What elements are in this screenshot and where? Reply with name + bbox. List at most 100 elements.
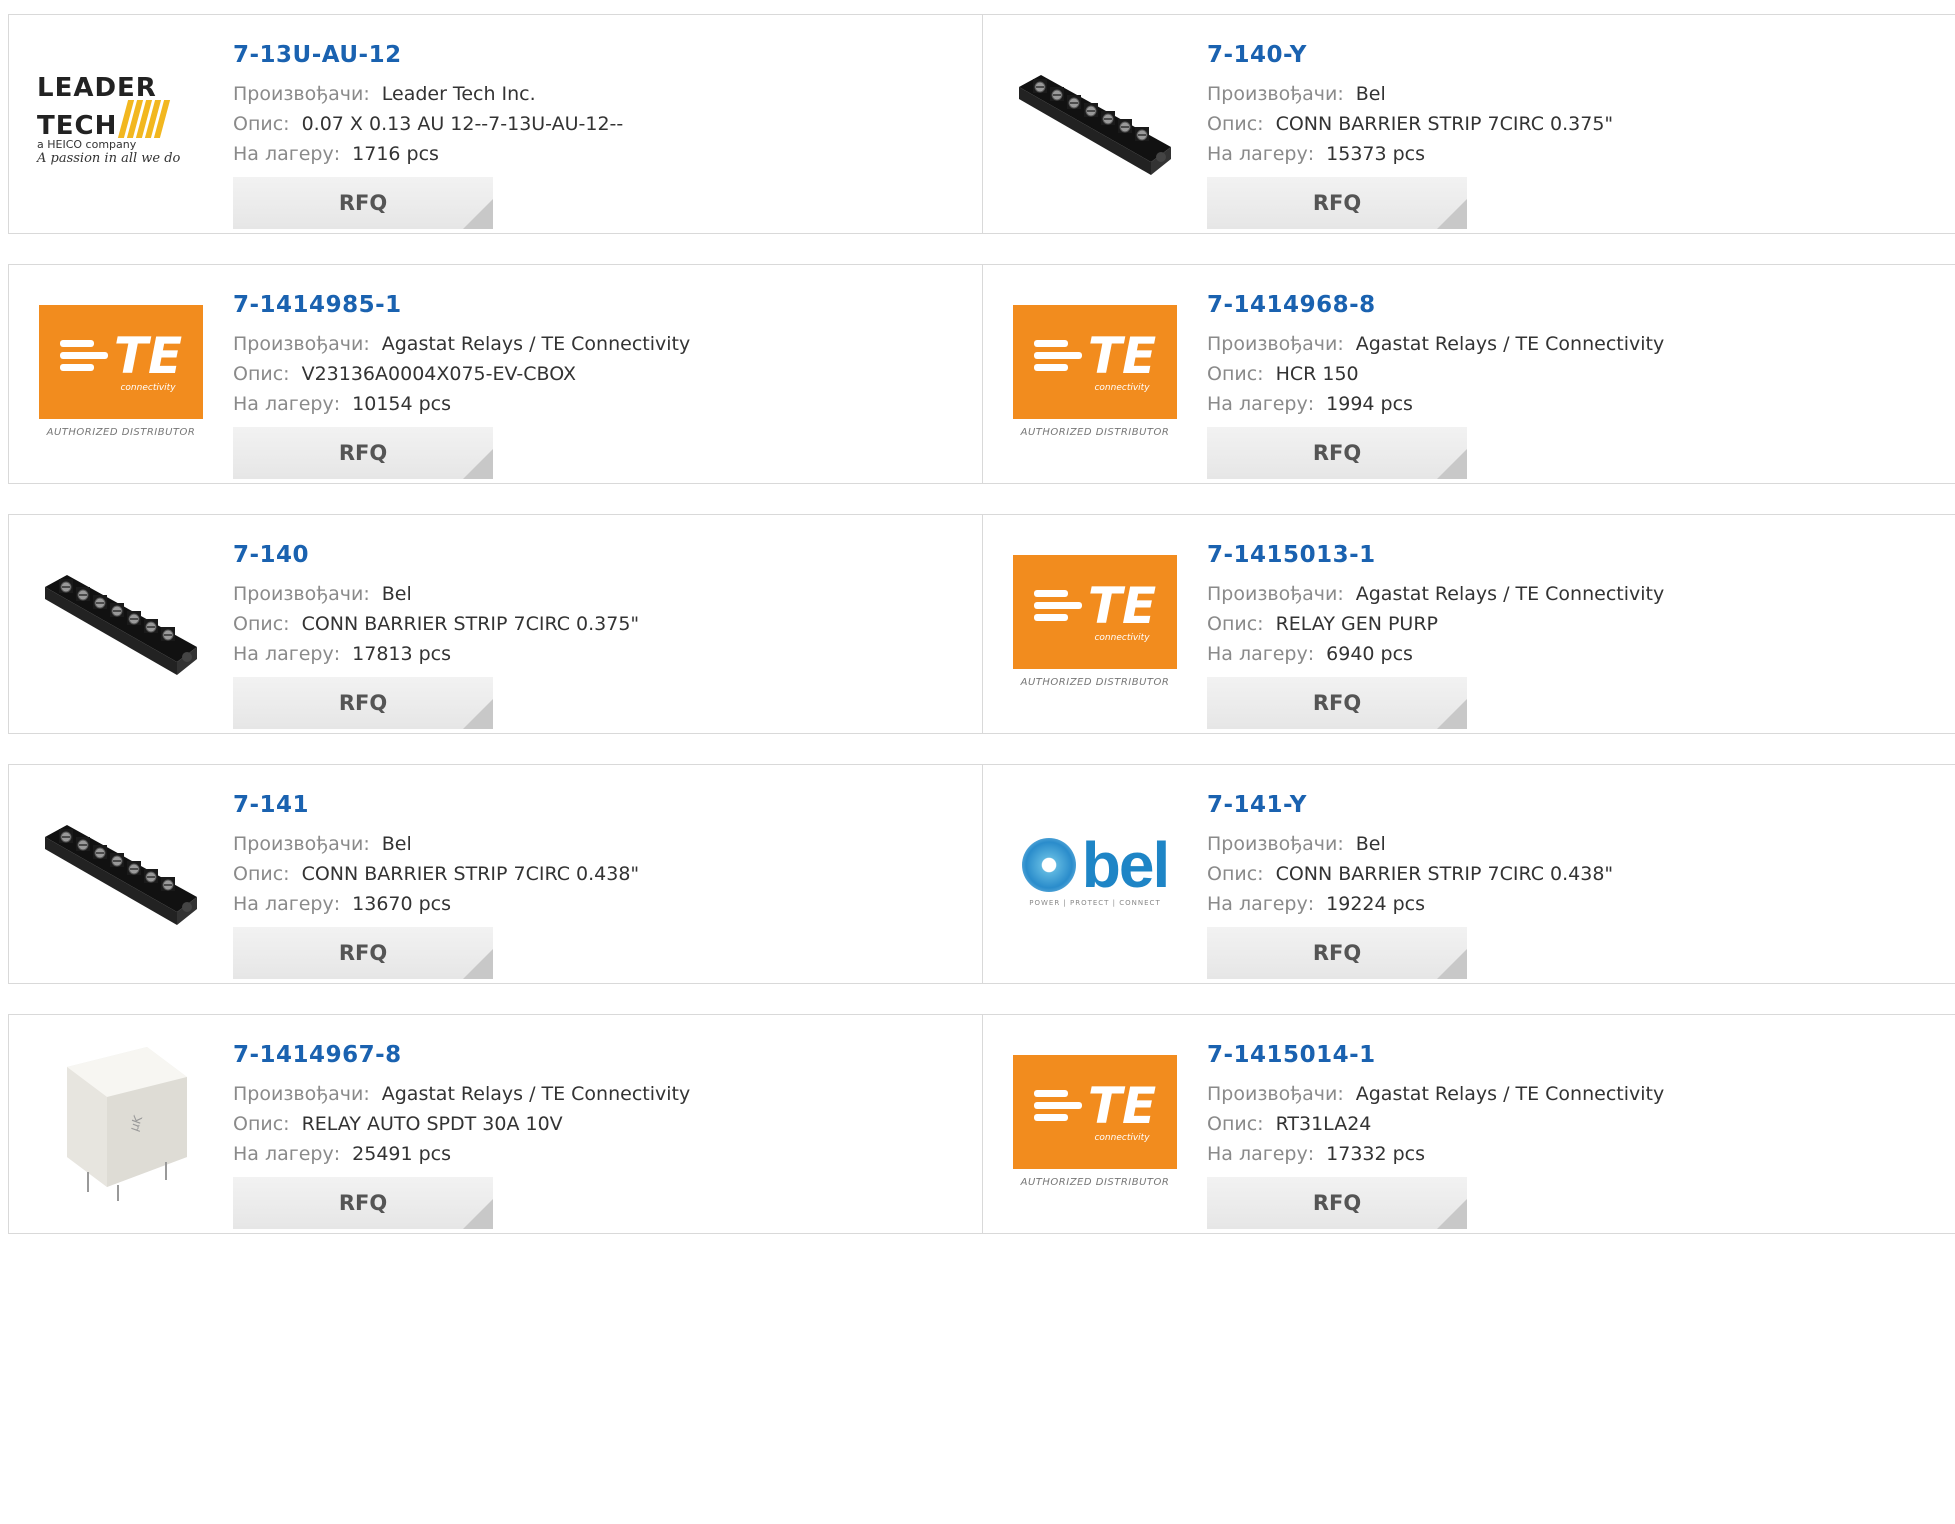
part-number-link[interactable]: 7-141	[233, 791, 972, 819]
description-value: CONN BARRIER STRIP 7CIRC 0.438"	[301, 863, 640, 885]
manufacturer-line: Произвођачи: Bel	[233, 579, 972, 609]
description-line: Опис: RT31LA24	[1207, 1109, 1945, 1139]
rfq-button[interactable]: RFQ	[1207, 427, 1467, 479]
product-image[interactable]: µK	[37, 1037, 205, 1205]
part-number-link[interactable]: 7-1414968-8	[1207, 291, 1945, 319]
manufacturer-line: Произвођачи: Bel	[1207, 79, 1945, 109]
barrier-strip-photo	[45, 575, 197, 675]
rfq-label: RFQ	[1312, 191, 1362, 215]
description-line: Опис: CONN BARRIER STRIP 7CIRC 0.438"	[233, 859, 972, 889]
part-number-link[interactable]: 7-1414967-8	[233, 1041, 972, 1069]
te-connectivity-logo: TE connectivity AUTHORIZED DISTRIBUTOR	[1011, 1054, 1179, 1188]
stock-line: На лагеру: 1994 pcs	[1207, 389, 1945, 419]
manufacturer-line: Произвођачи: Agastat Relays / TE Connecti…	[1207, 329, 1945, 359]
part-number-link[interactable]: 7-1415014-1	[1207, 1041, 1945, 1069]
description-label: Опис:	[233, 613, 290, 635]
product-image[interactable]	[1011, 37, 1179, 205]
description-line: Опис: V23136A0004X075-EV-CBOX	[233, 359, 972, 389]
product-card: TE connectivity AUTHORIZED DISTRIBUTOR 7…	[982, 1015, 1955, 1233]
stock-value: 17332 pcs	[1326, 1143, 1426, 1165]
manufacturer-label: Произвођачи:	[1207, 833, 1344, 855]
description-label: Опис:	[233, 863, 290, 885]
description-line: Опис: CONN BARRIER STRIP 7CIRC 0.375"	[1207, 109, 1945, 139]
rfq-button[interactable]: RFQ	[233, 677, 493, 729]
manufacturer-value: Agastat Relays / TE Connectivity	[381, 333, 691, 355]
part-number-link[interactable]: 7-1414985-1	[233, 291, 972, 319]
stock-label: На лагеру:	[233, 1143, 341, 1165]
product-image[interactable]: TE connectivity AUTHORIZED DISTRIBUTOR	[1011, 1037, 1179, 1205]
rfq-button[interactable]: RFQ	[1207, 677, 1467, 729]
stock-value: 17813 pcs	[352, 643, 452, 665]
stock-value: 6940 pcs	[1326, 643, 1413, 665]
manufacturer-line: Произвођачи: Agastat Relays / TE Connecti…	[1207, 579, 1945, 609]
barrier-strip-photo	[45, 825, 197, 925]
part-number-link[interactable]: 7-1415013-1	[1207, 541, 1945, 569]
manufacturer-line: Произвођачи: Leader Tech Inc.	[233, 79, 972, 109]
rfq-button[interactable]: RFQ	[233, 427, 493, 479]
manufacturer-value: Bel	[1355, 833, 1386, 855]
rfq-label: RFQ	[1312, 441, 1362, 465]
rfq-label: RFQ	[338, 441, 388, 465]
te-connectivity-logo: TE connectivity AUTHORIZED DISTRIBUTOR	[1011, 554, 1179, 688]
manufacturer-value: Agastat Relays / TE Connectivity	[1355, 333, 1665, 355]
rfq-button[interactable]: RFQ	[233, 1177, 493, 1229]
manufacturer-label: Произвођачи:	[233, 83, 370, 105]
stock-line: На лагеру: 6940 pcs	[1207, 639, 1945, 669]
manufacturer-label: Произвођачи:	[233, 333, 370, 355]
description-label: Опис:	[1207, 363, 1264, 385]
stock-line: На лагеру: 17332 pcs	[1207, 1139, 1945, 1169]
description-line: Опис: HCR 150	[1207, 359, 1945, 389]
product-card: TE connectivity AUTHORIZED DISTRIBUTOR 7…	[9, 265, 982, 483]
rfq-button[interactable]: RFQ	[1207, 1177, 1467, 1229]
product-image[interactable]: TE connectivity AUTHORIZED DISTRIBUTOR	[1011, 287, 1179, 455]
stock-label: На лагеру:	[1207, 393, 1315, 415]
part-number-link[interactable]: 7-140-Y	[1207, 41, 1945, 69]
manufacturer-label: Произвођачи:	[233, 583, 370, 605]
barrier-strip-photo	[1019, 75, 1171, 175]
stock-label: На лагеру:	[1207, 143, 1315, 165]
description-line: Опис: RELAY AUTO SPDT 30A 10V	[233, 1109, 972, 1139]
stock-label: На лагеру:	[233, 143, 341, 165]
rfq-label: RFQ	[1312, 691, 1362, 715]
description-label: Опис:	[1207, 1113, 1264, 1135]
stock-value: 19224 pcs	[1326, 893, 1426, 915]
product-image[interactable]: TE connectivity AUTHORIZED DISTRIBUTOR	[37, 287, 205, 455]
product-row: 7-140 Произвођачи: Bel Опис: CONN BARRIER …	[8, 514, 1955, 734]
description-value: 0.07 X 0.13 AU 12--7-13U-AU-12--	[301, 113, 624, 135]
product-card: LEADER TECH a HEICO company A passion in…	[9, 15, 982, 233]
stock-label: На лагеру:	[1207, 643, 1315, 665]
part-number-link[interactable]: 7-140	[233, 541, 972, 569]
product-image[interactable]: TE connectivity AUTHORIZED DISTRIBUTOR	[1011, 537, 1179, 705]
product-image[interactable]	[37, 787, 205, 955]
stock-line: На лагеру: 13670 pcs	[233, 889, 972, 919]
product-image[interactable]: LEADER TECH a HEICO company A passion in…	[37, 37, 205, 205]
manufacturer-line: Произвођачи: Bel	[1207, 829, 1945, 859]
description-value: CONN BARRIER STRIP 7CIRC 0.375"	[1275, 113, 1614, 135]
rfq-button[interactable]: RFQ	[233, 927, 493, 979]
manufacturer-label: Произвођачи:	[1207, 333, 1344, 355]
manufacturer-value: Agastat Relays / TE Connectivity	[1355, 583, 1665, 605]
description-value: RELAY GEN PURP	[1275, 613, 1438, 635]
stock-line: На лагеру: 1716 pcs	[233, 139, 972, 169]
manufacturer-line: Произвођачи: Bel	[233, 829, 972, 859]
manufacturer-value: Agastat Relays / TE Connectivity	[381, 1083, 691, 1105]
product-row: µK 7-1414967-8 Произвођачи: Agastat Relay…	[8, 1014, 1955, 1234]
stock-value: 10154 pcs	[352, 393, 452, 415]
manufacturer-label: Произвођачи:	[233, 833, 370, 855]
rfq-button[interactable]: RFQ	[233, 177, 493, 229]
description-value: CONN BARRIER STRIP 7CIRC 0.375"	[301, 613, 640, 635]
leader-tech-logo: LEADER TECH a HEICO company A passion in…	[37, 73, 181, 166]
stock-label: На лагеру:	[233, 643, 341, 665]
corner-decoration	[463, 199, 493, 229]
corner-decoration	[1437, 1199, 1467, 1229]
part-number-link[interactable]: 7-13U-AU-12	[233, 41, 972, 69]
product-image[interactable]: bel POWER | PROTECT | CONNECT	[1011, 787, 1179, 955]
part-number-link[interactable]: 7-141-Y	[1207, 791, 1945, 819]
stock-line: На лагеру: 17813 pcs	[233, 639, 972, 669]
manufacturer-label: Произвођачи:	[1207, 583, 1344, 605]
product-image[interactable]	[37, 537, 205, 705]
rfq-button[interactable]: RFQ	[1207, 177, 1467, 229]
rfq-label: RFQ	[338, 691, 388, 715]
rfq-button[interactable]: RFQ	[1207, 927, 1467, 979]
corner-decoration	[1437, 699, 1467, 729]
